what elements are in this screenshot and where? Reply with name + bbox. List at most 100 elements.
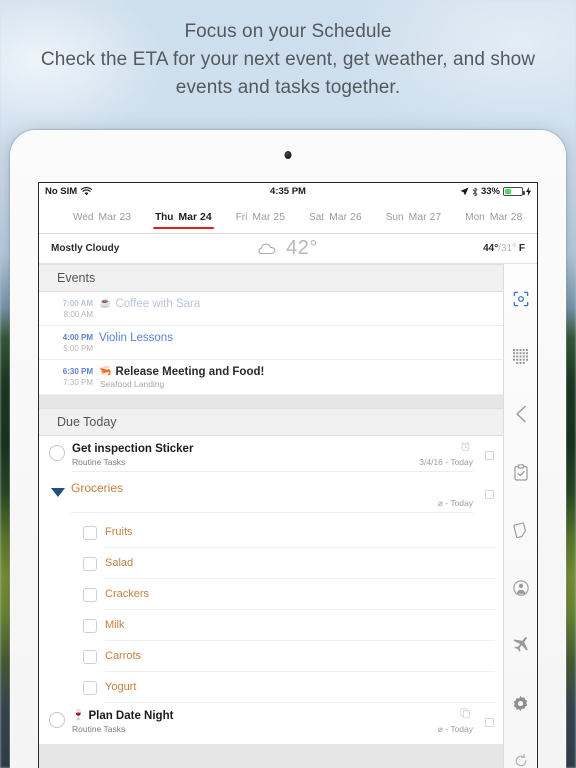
event-location: Seafood Landing [100, 379, 165, 389]
task-complete-toggle[interactable] [49, 445, 65, 461]
event-end-time: 7:30 PM [63, 378, 93, 387]
weather-bar[interactable]: Mostly Cloudy 42° 44°/31° F [39, 234, 537, 264]
date-tab-weekday: Thu [155, 211, 174, 223]
refresh-icon[interactable] [504, 732, 538, 768]
weather-high: 44° [483, 243, 499, 254]
alarm-clock-icon[interactable] [460, 441, 471, 452]
date-tab-date: Mar 25 [252, 210, 286, 223]
event-row-0[interactable]: 7:00 AM 8:00 AM ☕ Coffee with Sara [39, 292, 503, 326]
date-tab-6[interactable]: Tue Mar 29 [534, 211, 537, 223]
task-title: Get inspection Sticker [72, 443, 194, 455]
event-row-2[interactable]: 6:30 PM 7:30 PM 🦐 Release Meeting and Fo… [39, 360, 503, 395]
task-select-checkbox[interactable] [485, 718, 494, 727]
date-navigation-strip[interactable]: Wed Mar 23 Thu Mar 24 Fri Mar 25 Sat Mar… [39, 200, 537, 234]
date-tab-weekday: Wed [73, 211, 94, 223]
bluetooth-icon [472, 187, 478, 197]
date-tab-5[interactable]: Mon Mar 28 [453, 211, 534, 223]
tablet-screen: No SIM 4:35 PM 33% Wed Mar 23 Thu Mar 24… [38, 182, 538, 768]
date-tab-date: Mar 28 [489, 210, 523, 223]
event-main: ☕ Coffee with Sara [99, 297, 493, 311]
subtask-main: Crackers [105, 579, 495, 610]
group-main: Groceries ⌀ - Today [71, 481, 473, 513]
location-arrow-icon [460, 187, 469, 196]
task-main: 🍷 Plan Date Night Routine Tasks ⌀ - Toda… [72, 709, 473, 739]
date-tab-1-selected[interactable]: Thu Mar 24 [143, 210, 224, 229]
date-tab-weekday: Sun [385, 211, 404, 223]
subtask-row-fruits[interactable]: Fruits [39, 517, 503, 548]
task-title-row: Get inspection Sticker [72, 442, 473, 456]
date-tab-0[interactable]: Wed Mar 23 [61, 211, 143, 223]
task-list-name: Routine Tasks [72, 724, 126, 734]
task-title-row: 🍷 Plan Date Night [72, 709, 473, 723]
subtask-row-carrots[interactable]: Carrots [39, 641, 503, 672]
status-bar: No SIM 4:35 PM 33% [39, 183, 537, 200]
event-title: Violin Lessons [99, 332, 173, 344]
promo-headline: Focus on your Schedule Check the ETA for… [0, 18, 576, 102]
duplicate-icon[interactable] [460, 708, 471, 719]
headline-line-2: Check the ETA for your next event, get w… [40, 49, 536, 98]
task-row-plan-date-night[interactable]: 🍷 Plan Date Night Routine Tasks ⌀ - Toda… [39, 703, 503, 744]
airplane-icon[interactable] [504, 617, 538, 675]
chevron-left-icon[interactable] [504, 386, 538, 444]
event-title-row: 🦐 Release Meeting and Food! [99, 365, 493, 379]
task-meta-row: Routine Tasks 3/4/16 - Today [72, 457, 473, 467]
task-row-get-inspection-sticker[interactable]: Get inspection Sticker Routine Tasks 3/4… [39, 436, 503, 477]
date-tab-4[interactable]: Sun Mar 27 [374, 211, 453, 223]
chevron-down-icon[interactable] [51, 488, 65, 497]
group-select-checkbox[interactable] [485, 490, 494, 499]
task-title: Plan Date Night [88, 710, 174, 722]
right-toolbar [503, 264, 537, 768]
event-main: 🦐 Release Meeting and Food! Seafood Land… [99, 365, 493, 389]
subtask-row-crackers[interactable]: Crackers [39, 579, 503, 610]
task-due-date: ⌀ - Today [437, 724, 473, 734]
group-title: Groceries [71, 481, 124, 495]
task-complete-toggle[interactable] [49, 712, 65, 728]
group-due-date: ⌀ - Today [437, 498, 473, 508]
task-main: Get inspection Sticker Routine Tasks 3/4… [72, 442, 473, 472]
shrimp-emoji: 🦐 [99, 366, 112, 377]
contact-person-icon[interactable] [504, 559, 538, 617]
date-tab-3[interactable]: Sat Mar 26 [297, 211, 374, 223]
subtask-checkbox[interactable] [83, 525, 97, 540]
date-tab-date: Mar 23 [98, 210, 132, 223]
current-temperature: 42° [286, 237, 318, 259]
subtask-checkbox[interactable] [83, 556, 97, 571]
weather-unit: F [518, 243, 525, 254]
grid-keypad-icon[interactable] [504, 328, 538, 386]
event-start-time: 4:00 PM [62, 333, 93, 342]
task-group-groceries[interactable]: Groceries ⌀ - Today [39, 477, 503, 517]
coffee-cup-emoji: ☕ [99, 298, 112, 309]
subtask-row-salad[interactable]: Salad [39, 548, 503, 579]
locate-target-icon[interactable] [504, 270, 538, 328]
screen-body: Events 7:00 AM 8:00 AM ☕ Coffee with Sar… [39, 264, 537, 768]
wine-glass-emoji: 🍷 [72, 710, 85, 721]
subtask-checkbox[interactable] [83, 618, 97, 633]
subtask-label: Yogurt [105, 681, 137, 693]
subtask-checkbox[interactable] [83, 649, 97, 664]
subtask-label: Milk [105, 619, 125, 631]
battery-icon [503, 187, 525, 196]
front-camera-dot [284, 151, 292, 159]
battery-percent-label: 33% [480, 186, 500, 197]
date-tab-date: Mar 24 [178, 210, 212, 223]
event-row-1[interactable]: 4:00 PM 5:00 PM Violin Lessons [39, 326, 503, 360]
section-gap [39, 395, 503, 408]
event-title: Release Meeting and Food! [115, 366, 265, 378]
subtask-checkbox[interactable] [83, 587, 97, 602]
subtask-row-yogurt[interactable]: Yogurt [39, 672, 503, 703]
task-meta-row: Routine Tasks ⌀ - Today [72, 724, 473, 735]
note-page-icon[interactable] [504, 501, 538, 559]
task-due-date: 3/4/16 - Today [419, 457, 473, 467]
subtask-main: Fruits [105, 517, 495, 548]
subtask-checkbox[interactable] [83, 680, 97, 695]
cloud-icon [258, 242, 276, 255]
task-select-checkbox[interactable] [485, 451, 494, 460]
subtask-row-milk[interactable]: Milk [39, 610, 503, 641]
event-times: 6:30 PM 7:30 PM [47, 365, 99, 388]
event-times: 4:00 PM 5:00 PM [47, 331, 99, 354]
weather-condition-label: Mostly Cloudy [51, 243, 120, 254]
event-start-time: 7:00 AM [62, 299, 93, 308]
clipboard-check-icon[interactable] [504, 443, 538, 501]
gear-icon[interactable] [504, 674, 538, 732]
date-tab-2[interactable]: Fri Mar 25 [224, 211, 297, 223]
